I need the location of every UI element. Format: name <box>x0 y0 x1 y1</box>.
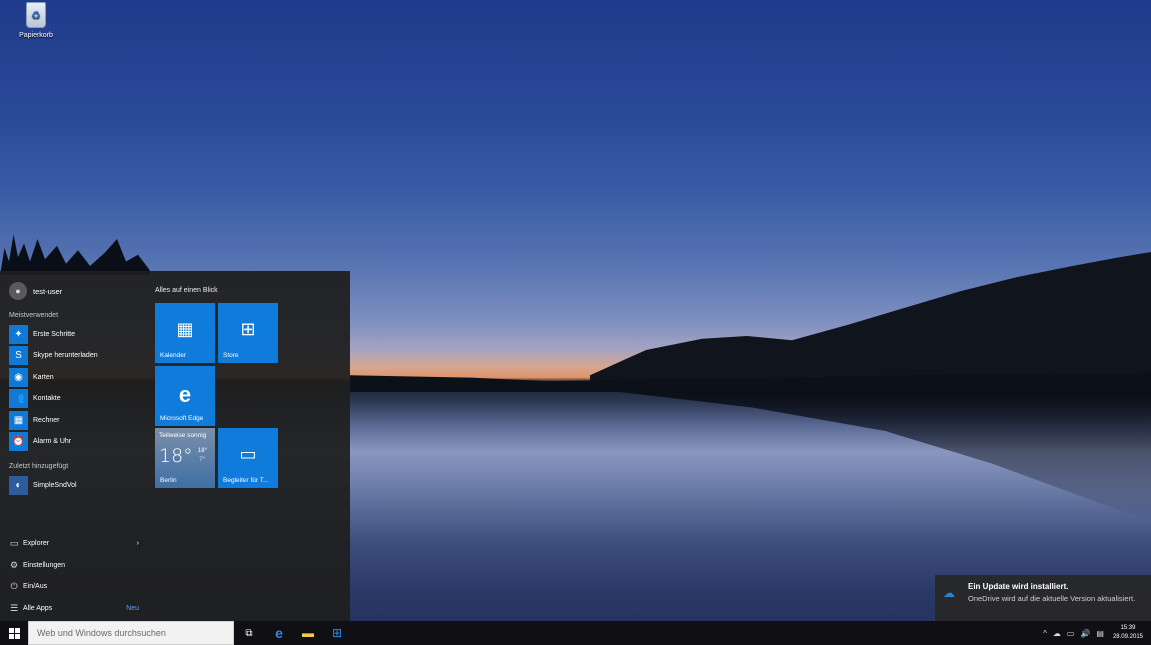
network-icon[interactable]: ▭ <box>1067 629 1075 638</box>
most-used-heading: Meistverwendet <box>9 312 59 319</box>
wallpaper-hill <box>590 252 1151 392</box>
maps-icon: ◉ <box>9 368 28 387</box>
gear-icon: ⚙ <box>9 559 19 570</box>
app-item-rechner[interactable]: ▦ Rechner <box>9 411 59 430</box>
system-tray: ^ ☁ ▭ 🔊 ▤ 15:39 28.09.2015 <box>1040 621 1151 645</box>
settings-label: Einstellungen <box>23 561 66 569</box>
toast-title: Ein Update wird installiert. <box>968 582 1069 591</box>
chevron-right-icon[interactable]: › <box>137 540 139 547</box>
start-button[interactable] <box>0 621 28 645</box>
search-input[interactable]: Web und Windows durchsuchen <box>28 621 234 645</box>
chevron-up-icon[interactable]: ^ <box>1043 629 1047 638</box>
user-account[interactable]: ● test-user <box>9 282 62 300</box>
app-item-label: Alarm & Uhr <box>33 438 72 445</box>
recycle-bin-icon: ♻ <box>26 2 46 28</box>
desktop-icon-recycle-bin[interactable]: ♻ Papierkorb <box>12 2 60 39</box>
taskbar-edge-button[interactable]: e <box>265 621 293 645</box>
recently-added-heading: Zuletzt hinzugefügt <box>9 463 69 470</box>
explorer-button[interactable]: ▭ Explorer › <box>9 536 139 550</box>
user-name: test-user <box>33 286 63 296</box>
app-item-skype[interactable]: S Skype herunterladen <box>9 346 98 365</box>
app-item-karten[interactable]: ◉ Karten <box>9 368 54 387</box>
new-badge: Neu <box>126 604 139 612</box>
tile-label: Microsoft Edge <box>160 415 204 422</box>
phone-laptop-icon: ▭ <box>239 444 257 464</box>
power-button[interactable]: ⏻ Ein/Aus <box>9 579 139 593</box>
tile-weather[interactable]: Teilweise sonnig 18° 18° 7° Berlin <box>155 428 215 488</box>
power-icon: ⏻ <box>10 580 18 591</box>
taskbar-explorer-button[interactable]: ▬ <box>294 621 322 645</box>
app-item-label: SimpleSndVol <box>33 482 77 489</box>
app-item-alarm[interactable]: ⏰ Alarm & Uhr <box>9 432 71 451</box>
tile-label: Begleiter für T... <box>223 477 269 484</box>
tiles-group-heading: Alles auf einen Blick <box>155 287 218 294</box>
lightbulb-icon: ✦ <box>9 325 28 344</box>
start-menu: ● test-user Meistverwendet ✦ Erste Schri… <box>0 271 350 621</box>
store-bag-icon: ⊞ <box>240 319 256 339</box>
power-label: Ein/Aus <box>23 582 48 590</box>
alarm-icon: ⏰ <box>9 432 28 451</box>
skype-icon: S <box>9 346 28 365</box>
app-item-erste-schritte[interactable]: ✦ Erste Schritte <box>9 325 75 344</box>
tile-store[interactable]: ⊞ Store <box>218 303 278 363</box>
taskbar-store-button[interactable]: ⊞ <box>323 621 351 645</box>
explorer-label: Explorer <box>23 539 50 547</box>
all-apps-button[interactable]: ☰ Alle Apps Neu <box>9 601 139 615</box>
app-item-label: Karten <box>33 374 54 381</box>
folder-icon: ▭ <box>9 537 19 548</box>
app-item-label: Erste Schritte <box>33 331 76 338</box>
all-apps-label: Alle Apps <box>23 604 53 612</box>
calculator-icon: ▦ <box>9 411 28 430</box>
clock-time: 15:39 <box>1120 625 1136 631</box>
clock-date: 28.09.2015 <box>1112 634 1143 640</box>
edge-icon: e <box>275 625 283 641</box>
weather-temp: 18° <box>159 445 193 467</box>
volume-app-icon: ◐ <box>9 476 28 495</box>
app-item-label: Rechner <box>33 417 60 424</box>
notification-toast[interactable]: ☁ Ein Update wird installiert. OneDrive … <box>935 575 1151 621</box>
onedrive-cloud-icon: ☁ <box>943 586 955 600</box>
app-item-kontakte[interactable]: 👥 Kontakte <box>9 389 61 408</box>
settings-button[interactable]: ⚙ Einstellungen <box>9 558 139 572</box>
tile-calendar[interactable]: ▦ Kalender <box>155 303 215 363</box>
weather-high: 18° <box>197 448 207 454</box>
toast-body: OneDrive wird auf die aktuelle Version a… <box>968 594 1136 603</box>
tile-label: Kalender <box>160 352 187 359</box>
edge-icon: e <box>178 382 192 407</box>
weather-low: 7° <box>199 457 205 463</box>
tile-label: Store <box>223 352 239 359</box>
wallpaper-trees <box>0 234 150 275</box>
volume-icon[interactable]: 🔊 <box>1080 629 1090 638</box>
task-view-icon: ⧉ <box>245 627 253 639</box>
task-view-button[interactable]: ⧉ <box>235 621 263 645</box>
wallpaper-reflection <box>620 392 1151 522</box>
folder-icon: ▬ <box>302 626 314 640</box>
windows-logo-icon <box>8 627 20 639</box>
taskbar: Web und Windows durchsuchen ⧉ e ▬ ⊞ ^ ☁ … <box>0 621 1151 645</box>
tile-label: Berlin <box>160 477 177 484</box>
action-center-icon[interactable]: ▤ <box>1096 629 1104 638</box>
app-item-label: Kontakte <box>33 395 61 402</box>
calendar-icon: ▦ <box>176 319 194 339</box>
tile-phone-companion[interactable]: ▭ Begleiter für T... <box>218 428 278 488</box>
clock[interactable]: 15:39 28.09.2015 <box>1113 624 1143 642</box>
weather-condition: Teilweise sonnig <box>159 432 207 439</box>
store-bag-icon: ⊞ <box>331 626 343 640</box>
desktop-icon-label: Papierkorb <box>19 32 53 39</box>
onedrive-icon[interactable]: ☁ <box>1053 629 1061 638</box>
user-icon: ● <box>9 282 27 300</box>
tile-edge[interactable]: e Microsoft Edge <box>155 366 215 426</box>
app-item-simplesndvol[interactable]: ◐ SimpleSndVol <box>9 476 77 495</box>
list-icon: ☰ <box>9 602 19 613</box>
app-item-label: Skype herunterladen <box>33 352 98 359</box>
people-icon: 👥 <box>9 389 28 408</box>
